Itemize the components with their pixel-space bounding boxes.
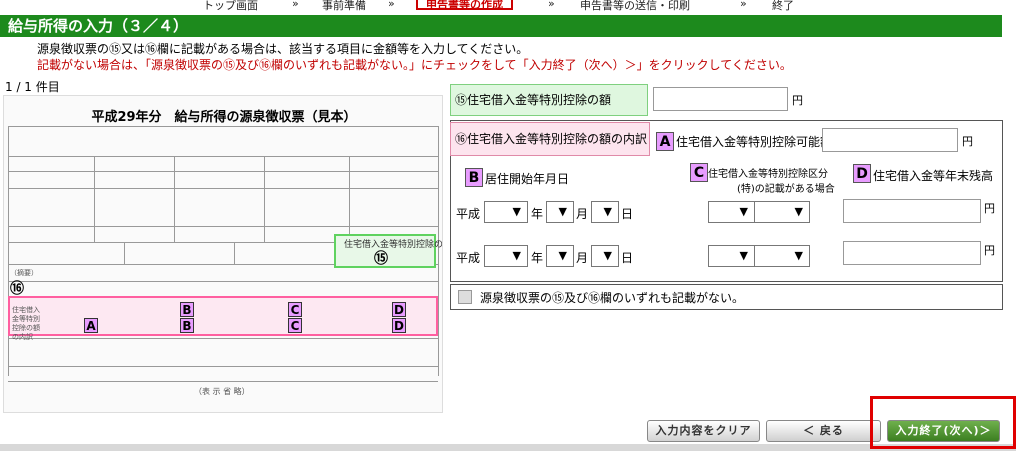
- breadcrumb-sep: »: [740, 0, 747, 10]
- sample-tekiyo-label: （摘要）: [10, 269, 38, 277]
- sample-field-16: [8, 296, 438, 336]
- grid-line: [349, 156, 350, 242]
- label-housing-loan-breakdown: ⑯住宅借入金等特別控除の額の内訳: [450, 122, 650, 156]
- page-title: 給与所得の入力（３／４）: [0, 15, 1002, 37]
- grid-line: [8, 226, 438, 227]
- grid-line: [8, 338, 438, 339]
- next-button-highlight: [870, 396, 1016, 449]
- badge-c: C: [690, 163, 708, 182]
- item-count: 1 / 1 件目: [5, 80, 60, 94]
- circle-15-marker: ⑮: [374, 251, 388, 267]
- badge-d: D: [853, 164, 871, 183]
- housing-loan-deduction-input[interactable]: [653, 87, 788, 111]
- label-deductible-amount: 住宅借入金等特別控除可能額: [676, 135, 833, 149]
- footer-bar: [0, 444, 1016, 451]
- instruction-warning: 記載がない場合は、「源泉徴収票の⑮及び⑯欄のいずれも記載がない。」にチェックをし…: [37, 58, 792, 72]
- sample-badge-b: B: [180, 318, 194, 333]
- sample-omitted-note: （表 示 省 略）: [194, 387, 250, 396]
- month-select[interactable]: ▼: [546, 245, 574, 267]
- day-unit: 日: [621, 251, 634, 265]
- grid-line: [8, 281, 438, 282]
- year-unit: 年: [531, 207, 544, 221]
- day-select[interactable]: ▼: [591, 201, 619, 223]
- clear-button[interactable]: 入力内容をクリア: [647, 420, 760, 442]
- label-deduction-category-note: (特)の記載がある場合: [737, 184, 835, 195]
- grid-line: [8, 156, 438, 157]
- grid-line: [8, 381, 438, 382]
- grid-line: [8, 126, 9, 376]
- month-unit: 月: [576, 251, 589, 265]
- no-entry-checkbox[interactable]: [458, 290, 472, 304]
- grid-line: [264, 156, 265, 242]
- yen-unit: 円: [984, 244, 995, 257]
- yen-unit: 円: [984, 202, 995, 215]
- grid-line: [94, 156, 95, 242]
- breadcrumb-create: 申告書等の作成: [416, 0, 513, 11]
- label-year-end-balance: 住宅借入金等年末残高: [873, 169, 994, 183]
- sample-badge-b: B: [180, 302, 194, 317]
- sample-badge-d: D: [392, 302, 406, 317]
- breadcrumb-top[interactable]: トップ画面: [203, 0, 258, 13]
- month-select[interactable]: ▼: [546, 201, 574, 223]
- back-button[interactable]: ＜ 戻る: [766, 420, 881, 442]
- yen-unit: 円: [962, 135, 973, 148]
- sample-badge-d: D: [392, 318, 406, 333]
- category-select-2[interactable]: ▼: [754, 201, 810, 223]
- yen-unit: 円: [792, 94, 803, 107]
- grid-line: [8, 366, 438, 367]
- grid-line: [8, 188, 438, 189]
- month-unit: 月: [576, 207, 589, 221]
- badge-b: B: [465, 168, 483, 187]
- year-unit: 年: [531, 251, 544, 265]
- no-entry-label[interactable]: 源泉徴収票の⑮及び⑯欄のいずれも記載がない。: [480, 289, 744, 306]
- sample-badge-c: C: [288, 302, 302, 317]
- category-select-2[interactable]: ▼: [754, 245, 810, 267]
- breadcrumb-end: 終了: [772, 0, 794, 12]
- year-select[interactable]: ▼: [484, 245, 528, 267]
- sample-badge-a: A: [84, 318, 98, 333]
- breadcrumb: トップ画面 » 事前準備 » 申告書等の作成 » 申告書等の送信・印刷 » 終了: [0, 0, 1016, 14]
- grid-line: [124, 242, 125, 264]
- sample-badge-c: C: [288, 318, 302, 333]
- year-end-balance-input[interactable]: [843, 241, 981, 265]
- breadcrumb-sep: »: [548, 0, 555, 10]
- badge-a: A: [656, 132, 674, 151]
- instruction-text: 源泉徴収票の⑮又は⑯欄に記載がある場合は、該当する項目に金額等を入力してください…: [37, 42, 529, 56]
- grid-line: [438, 126, 439, 376]
- year-select[interactable]: ▼: [484, 201, 528, 223]
- grid-line: [8, 171, 438, 172]
- sample-title: 平成29年分 給与所得の源泉徴収票（見本）: [91, 110, 357, 125]
- sample-field-16-label: 住宅借入金等特別控除の額の内訳: [12, 306, 40, 341]
- day-unit: 日: [621, 207, 634, 221]
- grid-line: [174, 156, 175, 242]
- grid-line: [234, 242, 235, 264]
- era-label: 平成: [456, 207, 481, 221]
- label-move-in-date: 居住開始年月日: [485, 172, 570, 186]
- day-select[interactable]: ▼: [591, 245, 619, 267]
- year-end-balance-input[interactable]: [843, 199, 981, 223]
- category-select-1[interactable]: ▼: [708, 245, 755, 267]
- grid-line: [8, 126, 438, 127]
- category-select-1[interactable]: ▼: [708, 201, 755, 223]
- breadcrumb-send[interactable]: 申告書等の送信・印刷: [580, 0, 690, 13]
- label-housing-loan-deduction: ⑮住宅借入金等特別控除の額: [450, 84, 648, 116]
- deductible-amount-input[interactable]: [822, 128, 958, 152]
- label-deduction-category: 住宅借入金等特別控除区分: [708, 169, 828, 180]
- breadcrumb-sep: »: [292, 0, 299, 10]
- sample-withholding-slip: 平成29年分 給与所得の源泉徴収票（見本） 住宅借入金等特別控除の額 ⑮ （摘要…: [3, 95, 443, 413]
- breadcrumb-sep: »: [388, 0, 395, 10]
- circle-16-marker: ⑯: [10, 281, 24, 297]
- breadcrumb-prep[interactable]: 事前準備: [322, 0, 366, 13]
- era-label: 平成: [456, 251, 481, 265]
- sample-field-15-label: 住宅借入金等特別控除の額: [344, 240, 443, 250]
